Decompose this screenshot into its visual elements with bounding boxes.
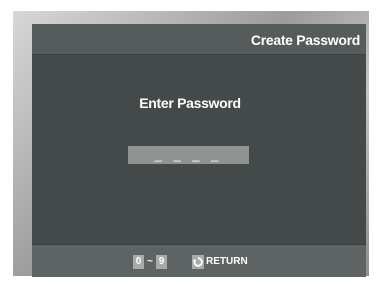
password-input[interactable]: _ _ _ _ (128, 146, 249, 164)
osd-screen: Create Password Enter Password _ _ _ _ 0… (32, 24, 366, 277)
digit-key-9: 9 (156, 255, 167, 269)
title-bar: Create Password (32, 24, 366, 55)
return-arrow-icon[interactable] (192, 255, 204, 269)
return-label: RETURN (206, 256, 248, 267)
page-title: Create Password (250, 32, 360, 48)
enter-password-label: Enter Password (139, 95, 241, 111)
footer-bar: 0 ~ 9 RETURN (32, 244, 366, 277)
digit-key-0: 0 (133, 255, 144, 269)
range-separator: ~ (147, 256, 153, 267)
